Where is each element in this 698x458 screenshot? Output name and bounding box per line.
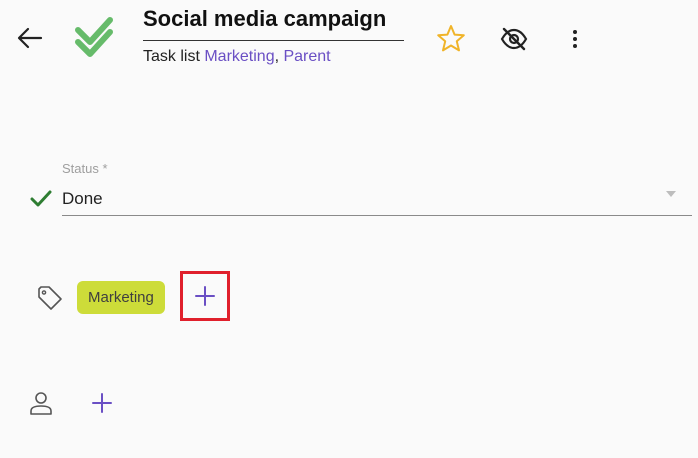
status-check-icon bbox=[30, 188, 52, 210]
status-value: Done bbox=[62, 189, 103, 208]
tag-chip-marketing[interactable]: Marketing bbox=[77, 281, 165, 314]
plus-icon bbox=[92, 393, 112, 413]
star-outline-icon bbox=[437, 25, 465, 52]
add-assignee-button[interactable] bbox=[86, 387, 118, 419]
more-options-button[interactable] bbox=[560, 22, 590, 56]
visibility-toggle-button[interactable] bbox=[497, 22, 531, 56]
person-icon bbox=[28, 390, 54, 416]
tag-icon bbox=[36, 285, 64, 311]
more-vert-icon bbox=[573, 30, 577, 48]
task-list-link-marketing[interactable]: Marketing bbox=[204, 48, 274, 65]
back-button[interactable] bbox=[12, 22, 48, 54]
task-list-breadcrumb: Task list Marketing, Parent bbox=[143, 48, 331, 66]
status-underline bbox=[62, 215, 692, 216]
title-underline bbox=[143, 40, 404, 41]
arrow-left-icon bbox=[17, 27, 43, 49]
chevron-down-icon bbox=[666, 191, 676, 197]
double-check-icon bbox=[75, 17, 113, 57]
status-select[interactable] bbox=[62, 182, 692, 216]
task-list-link-parent[interactable]: Parent bbox=[283, 48, 330, 65]
check-icon bbox=[30, 190, 52, 207]
task-status-icon bbox=[72, 14, 118, 60]
eye-off-icon bbox=[500, 27, 528, 51]
add-tag-button[interactable] bbox=[180, 271, 230, 321]
plus-icon bbox=[195, 286, 215, 306]
status-label: Status * bbox=[62, 161, 108, 176]
task-title[interactable]: Social media campaign bbox=[143, 6, 386, 32]
task-list-prefix: Task list bbox=[143, 48, 205, 65]
favorite-button[interactable] bbox=[434, 22, 468, 56]
